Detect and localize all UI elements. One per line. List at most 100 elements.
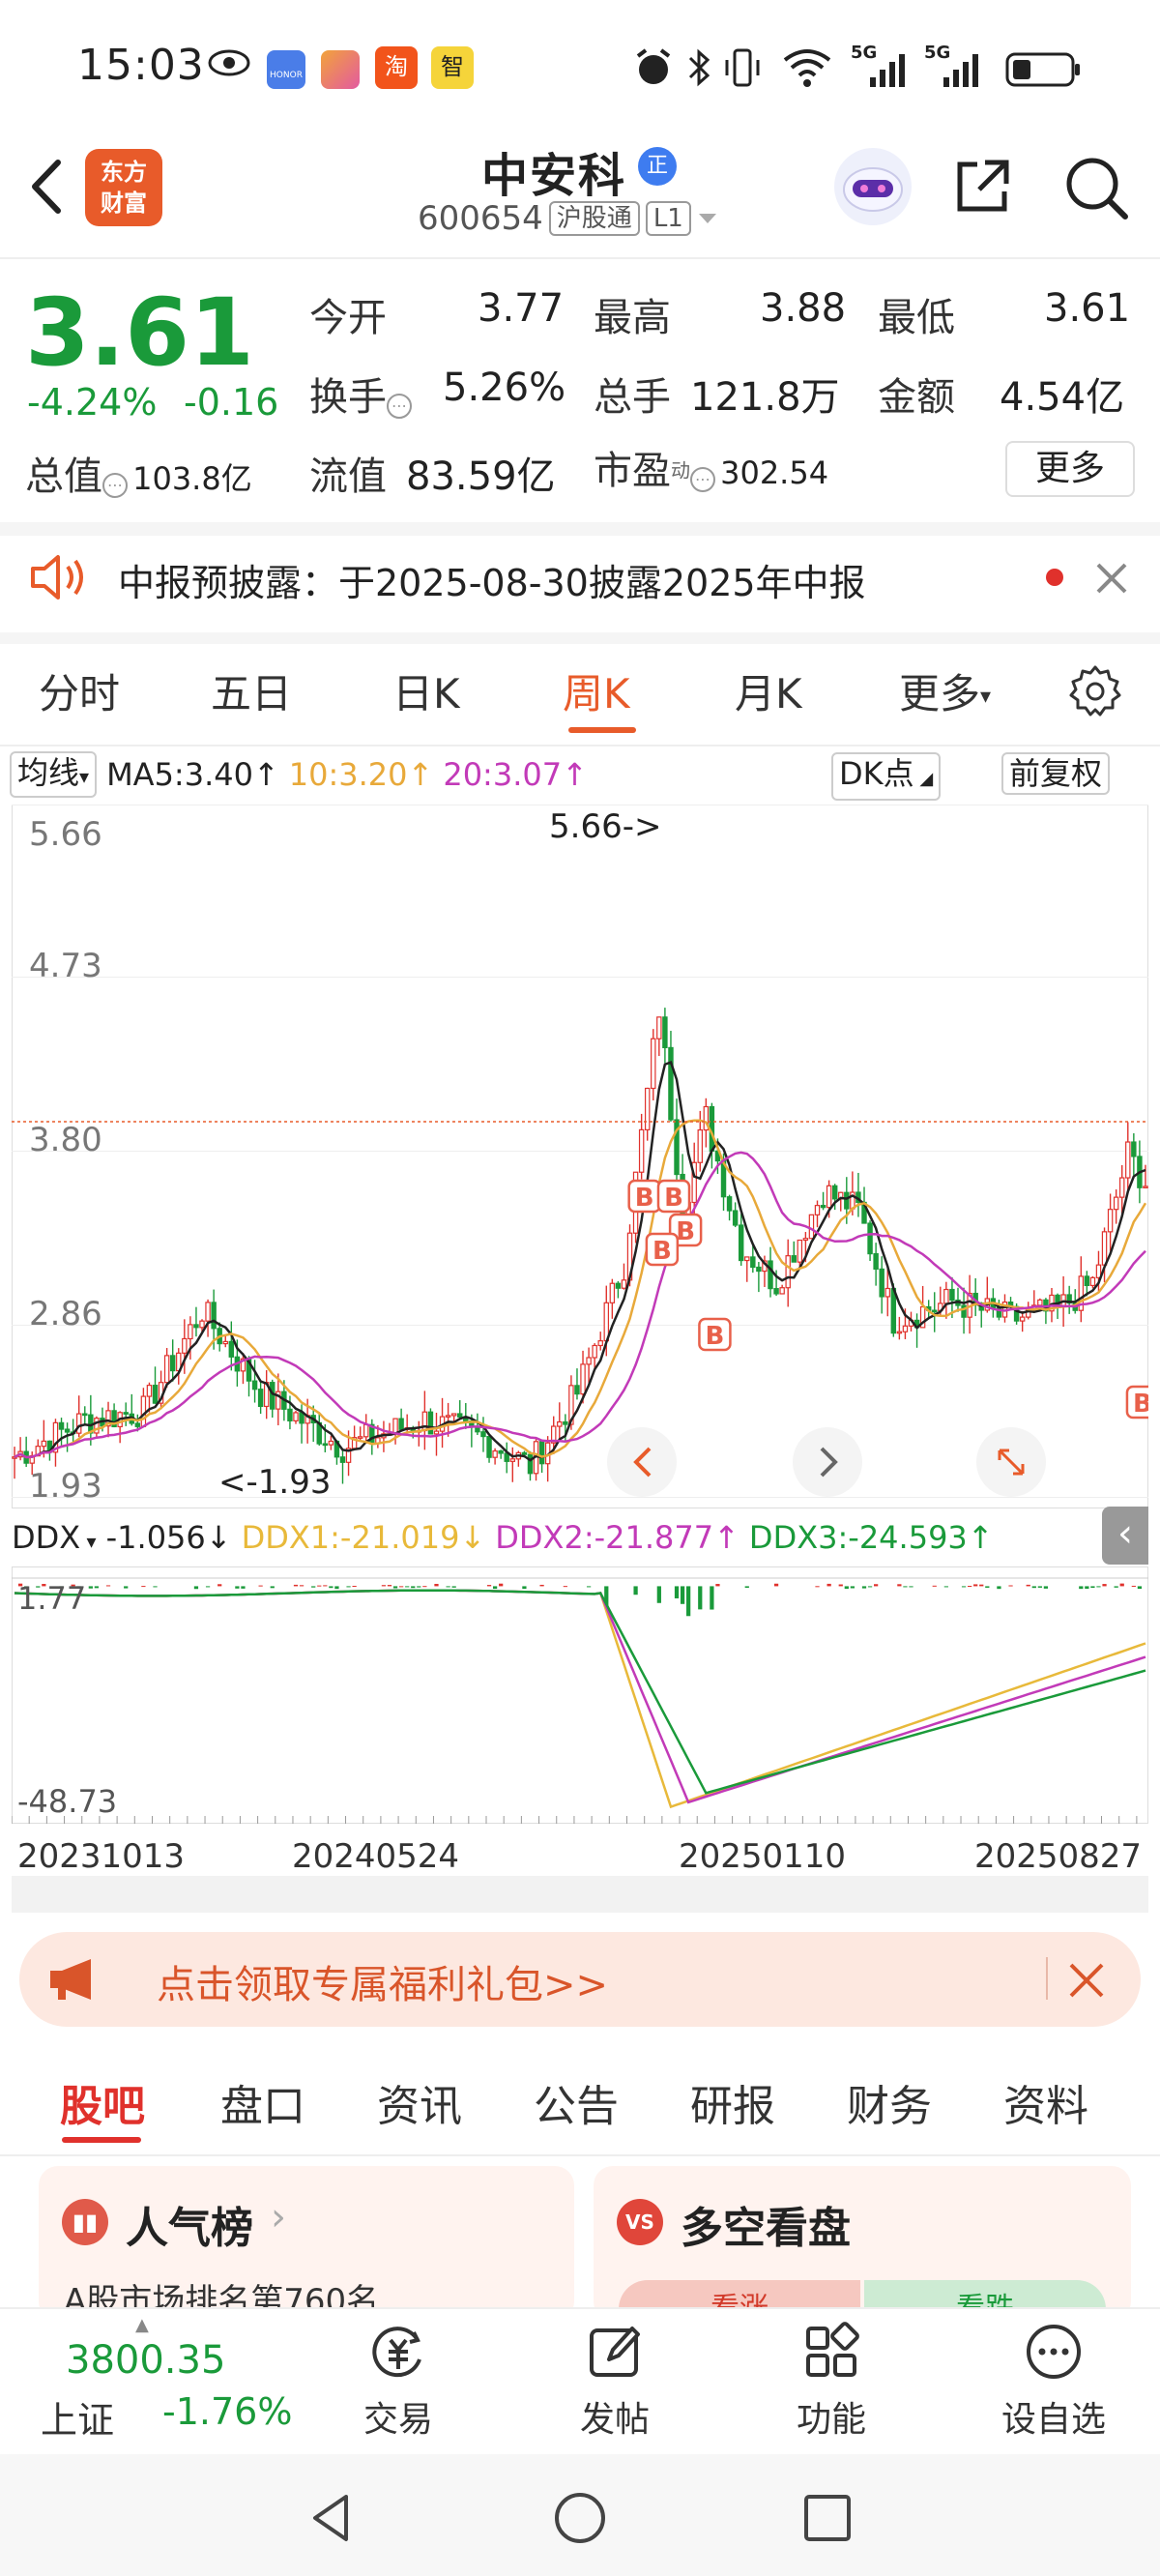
tab-finance[interactable]: 财务 [847,2071,932,2133]
dk-point-label: DK点 [839,755,914,792]
back-triangle-icon[interactable] [304,2489,362,2547]
tab-forum[interactable]: 股吧 [60,2071,145,2133]
candle-body [1131,1141,1137,1157]
tab-profile[interactable]: 资料 [1003,2071,1088,2133]
tab-more[interactable]: 更多▾ [899,661,991,720]
tab-notices[interactable]: 公告 [534,2071,619,2133]
share-icon[interactable] [952,155,1014,217]
candle-body [450,1413,457,1417]
candle-body [357,1436,363,1439]
y-tick-2: 4.73 [29,947,102,985]
popularity-card[interactable]: ▮▮ 人气榜 › A股市场排名第760名 [39,2166,574,2321]
pe-label: 市盈 [594,449,671,493]
candle-body [457,1413,463,1418]
info-icon[interactable]: ⋯ [387,393,412,419]
stock-code-row[interactable]: 600654 沪股通 L1 [418,199,718,238]
tab-news[interactable]: 资讯 [377,2071,462,2133]
ddx-bar [686,1586,691,1617]
adjust-button[interactable]: 前复权 [1001,752,1111,795]
index-value[interactable]: 3800.35 [66,2338,225,2383]
ddx-select-label: DDX [12,1519,81,1556]
svg-text:B: B [676,1217,695,1246]
tab-daily-k[interactable]: 日K [392,661,460,720]
ddx-bar [334,1586,339,1590]
nav-trade[interactable]: 交易 [350,2321,447,2442]
svg-text:B: B [664,1184,683,1213]
candle-body [1118,1177,1125,1198]
scroll-left-button[interactable] [607,1427,677,1497]
promo-close-icon[interactable] [1067,1961,1106,2000]
tab-monthly-k[interactable]: 月K [735,661,802,720]
nav-post-label: 发帖 [579,2400,650,2440]
dk-point-button[interactable]: DK点 ◢ [831,752,942,801]
nav-add-watchlist[interactable]: 设自选 [988,2321,1119,2442]
bull-bear-card[interactable]: VS 多空看盘 看涨 看跌 [594,2166,1131,2321]
close-icon[interactable] [1092,559,1131,598]
tab-research[interactable]: 研报 [690,2071,775,2133]
promo-text[interactable]: 点击领取专属福利礼包>> [157,1953,608,2009]
high-value: 3.88 [760,286,847,331]
signal-icon-2 [943,54,978,87]
status-bar: 15:03 HONOR 淘 智 5G 5G [0,0,1160,140]
home-circle-icon[interactable] [551,2489,609,2547]
candle-body [831,1185,838,1200]
index-change[interactable]: -1.76% [162,2390,292,2433]
ddx-bar [1090,1586,1095,1589]
candle-body [521,1451,528,1455]
info-icon[interactable]: ⋯ [102,472,128,498]
gear-icon[interactable] [1067,663,1123,719]
tab-orderbook[interactable]: 盘口 [220,2071,305,2133]
ddx-bar [499,1583,504,1587]
candle-body [738,1224,744,1262]
ddx-bar [398,1586,404,1588]
candle-body [75,1413,82,1434]
y-tick-3: 3.80 [29,1121,102,1159]
expand-button[interactable] [976,1427,1046,1497]
candle-body [902,1325,909,1332]
high-marker: 5.66-> [549,807,661,846]
info-icon[interactable]: ⋯ [690,466,715,492]
recents-square-icon[interactable] [798,2489,856,2547]
nav-functions[interactable]: 功能 [783,2321,880,2442]
mktcap-wrap: 总值 ⋯ 103.8亿 [25,445,252,501]
ddx-bar [293,1584,299,1587]
index-name[interactable]: 上证 [41,2390,114,2444]
speaker-icon [31,555,83,600]
tab-weekly-k[interactable]: 周K [563,661,630,720]
candle-body [486,1435,492,1458]
candle-body [293,1412,299,1421]
ddx-value: -1.056↓ [105,1519,232,1556]
ddx-bar [1102,1584,1107,1587]
tab-intraday[interactable]: 分时 [39,661,120,720]
kline-chart[interactable]: B BBBBB 5.66 4.73 3.80 2.86 1.93 5.66-> <… [12,805,1148,1508]
search-icon[interactable] [1061,153,1131,222]
ddx-chart[interactable]: 1.77 -48.73 [12,1566,1148,1824]
tab-five-day[interactable]: 五日 [211,661,292,720]
candle-body [697,1128,703,1163]
ddx-select[interactable]: DDX ▾ [12,1519,97,1556]
candle-body [779,1287,785,1295]
active-tab-indicator [568,727,636,733]
ddx-bar [586,1586,592,1588]
app-icon-2: 智 [431,46,474,89]
ddx-bar [1008,1585,1013,1587]
nav-post[interactable]: 发帖 [566,2321,663,2442]
more-button[interactable]: 更多 [1005,441,1135,497]
back-icon[interactable] [21,153,79,220]
buy-marker: B [645,1232,680,1267]
collapse-panel-button[interactable]: ‹ [1102,1507,1148,1565]
ddx-bar [241,1586,246,1589]
scroll-right-button[interactable] [793,1427,862,1497]
announcement-text[interactable]: 中报预披露：于2025-08-30披露2025年中报 [118,553,866,606]
candle-body [287,1408,293,1421]
ddx-bar [387,1585,392,1587]
ma-select[interactable]: 均线▾ [10,751,98,798]
ddx1-value: DDX1:-21.019↓ [241,1519,486,1556]
ddx-bar [411,1586,416,1589]
quote-divider [0,522,1160,536]
candle-body [1019,1316,1026,1322]
ddx-bar [1096,1586,1101,1588]
candle-body [222,1340,228,1345]
ai-assistant-icon[interactable] [831,145,914,228]
status-time: 15:03 [77,41,205,90]
